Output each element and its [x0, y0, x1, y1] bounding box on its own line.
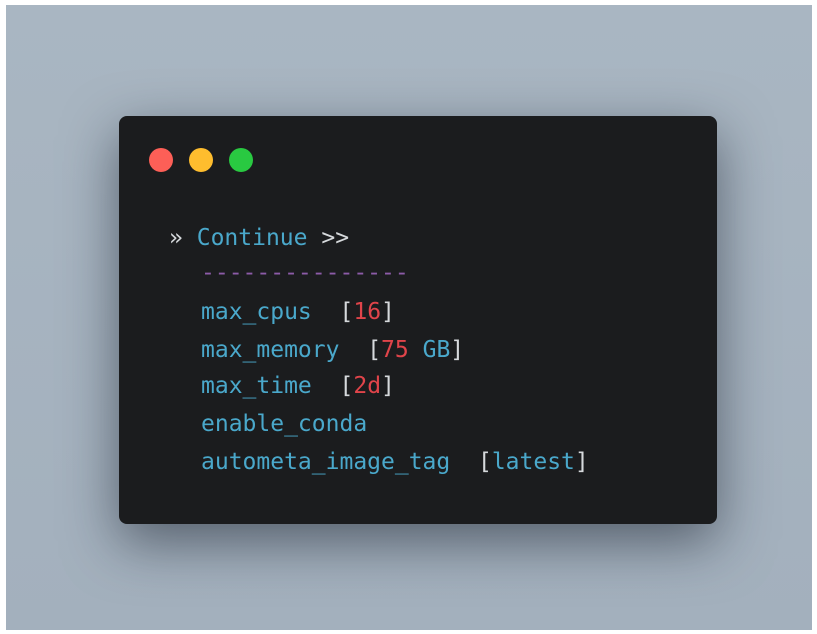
option-name: max_time — [201, 373, 312, 399]
option-name: max_memory — [201, 337, 340, 363]
option-name: max_cpus — [201, 299, 312, 325]
option-max-cpus[interactable]: max_cpus [16] — [201, 298, 395, 326]
option-name: autometa_image_tag — [201, 449, 451, 475]
option-value: 2d — [353, 373, 382, 399]
selection-pointer-icon: » — [169, 225, 183, 251]
continue-option[interactable]: Continue — [197, 225, 308, 251]
terminal-window: » Continue >> --------------- max_cpus [… — [119, 116, 717, 524]
close-icon[interactable] — [149, 148, 173, 172]
option-value: 16 — [353, 299, 382, 325]
option-max-time[interactable]: max_time [2d] — [201, 372, 395, 400]
maximize-icon[interactable] — [229, 148, 253, 172]
option-autometa-image-tag[interactable]: autometa_image_tag [latest] — [201, 448, 589, 476]
option-value-unit: GB — [408, 337, 451, 363]
option-value-number: 75 — [381, 337, 409, 363]
option-name: enable_conda — [201, 411, 368, 437]
minimize-icon[interactable] — [189, 148, 213, 172]
option-max-memory[interactable]: max_memory [75 GB] — [201, 336, 464, 364]
continue-arrows: >> — [321, 225, 350, 251]
separator-line: --------------- — [201, 260, 409, 286]
selected-choice-line[interactable]: » Continue >> — [169, 224, 349, 252]
option-enable-conda[interactable]: enable_conda — [201, 410, 367, 438]
option-value: latest — [491, 449, 575, 475]
